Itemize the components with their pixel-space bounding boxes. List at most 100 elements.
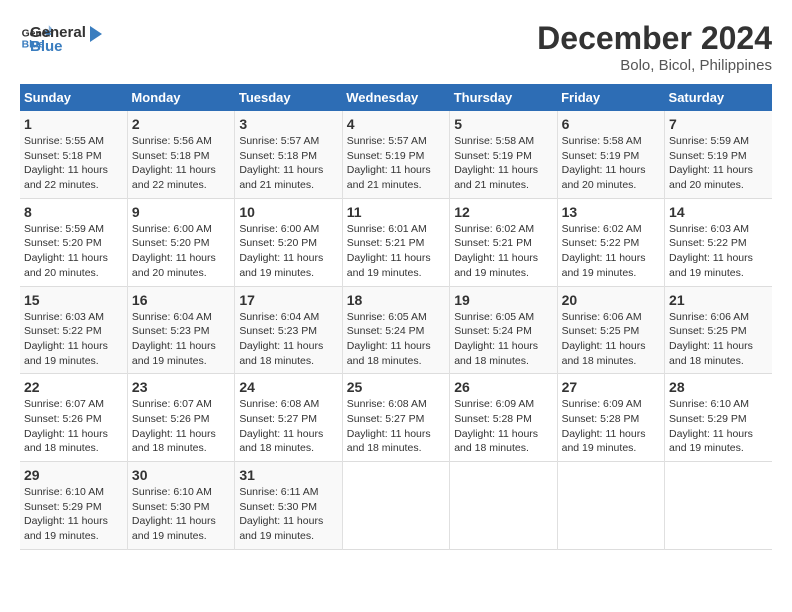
day-number: 11	[347, 204, 445, 220]
day-number: 3	[239, 116, 337, 132]
col-sunday: Sunday	[20, 84, 127, 111]
day-number: 8	[24, 204, 123, 220]
table-cell: 12 Sunrise: 6:02 AMSunset: 5:21 PMDayligh…	[450, 198, 557, 286]
day-number: 5	[454, 116, 552, 132]
table-cell	[342, 462, 449, 550]
day-number: 2	[132, 116, 230, 132]
day-info: Sunrise: 6:08 AMSunset: 5:27 PMDaylight:…	[239, 398, 323, 454]
col-tuesday: Tuesday	[235, 84, 342, 111]
table-cell: 11 Sunrise: 6:01 AMSunset: 5:21 PMDayligh…	[342, 198, 449, 286]
col-friday: Friday	[557, 84, 664, 111]
table-cell: 8 Sunrise: 5:59 AMSunset: 5:20 PMDaylight…	[20, 198, 127, 286]
table-cell: 21Sunrise: 6:06 AMSunset: 5:25 PMDayligh…	[665, 286, 772, 374]
day-info: Sunrise: 6:01 AMSunset: 5:21 PMDaylight:…	[347, 223, 431, 279]
day-info: Sunrise: 6:02 AMSunset: 5:21 PMDaylight:…	[454, 223, 538, 279]
day-info: Sunrise: 6:07 AMSunset: 5:26 PMDaylight:…	[132, 398, 216, 454]
table-cell: 25 Sunrise: 6:08 AMSunset: 5:27 PMDayligh…	[342, 374, 449, 462]
day-number: 6	[562, 116, 660, 132]
table-cell: 24Sunrise: 6:08 AMSunset: 5:27 PMDayligh…	[235, 374, 342, 462]
day-info: Sunrise: 6:03 AMSunset: 5:22 PMDaylight:…	[24, 311, 108, 367]
day-info: Sunrise: 6:05 AMSunset: 5:24 PMDaylight:…	[454, 311, 538, 367]
calendar-week-5: 29 Sunrise: 6:10 AMSunset: 5:29 PMDayligh…	[20, 462, 772, 550]
table-cell: 30 Sunrise: 6:10 AMSunset: 5:30 PMDayligh…	[127, 462, 234, 550]
day-number: 29	[24, 467, 123, 483]
day-number: 12	[454, 204, 552, 220]
col-saturday: Saturday	[665, 84, 772, 111]
table-cell: 31Sunrise: 6:11 AMSunset: 5:30 PMDayligh…	[235, 462, 342, 550]
table-cell: 18 Sunrise: 6:05 AMSunset: 5:24 PMDayligh…	[342, 286, 449, 374]
logo-blue: Blue	[30, 38, 86, 55]
table-cell: 5 Sunrise: 5:58 AMSunset: 5:19 PMDaylight…	[450, 111, 557, 198]
day-info: Sunrise: 6:10 AMSunset: 5:29 PMDaylight:…	[669, 398, 753, 454]
day-number: 28	[669, 379, 768, 395]
table-cell	[450, 462, 557, 550]
day-number: 18	[347, 292, 445, 308]
day-info: Sunrise: 6:09 AMSunset: 5:28 PMDaylight:…	[454, 398, 538, 454]
header-row: Sunday Monday Tuesday Wednesday Thursday…	[20, 84, 772, 111]
table-cell: 27 Sunrise: 6:09 AMSunset: 5:28 PMDayligh…	[557, 374, 664, 462]
col-wednesday: Wednesday	[342, 84, 449, 111]
table-cell: 15Sunrise: 6:03 AMSunset: 5:22 PMDayligh…	[20, 286, 127, 374]
day-info: Sunrise: 5:57 AMSunset: 5:18 PMDaylight:…	[239, 135, 323, 191]
table-cell	[557, 462, 664, 550]
calendar-table: Sunday Monday Tuesday Wednesday Thursday…	[20, 84, 772, 550]
table-cell: 20 Sunrise: 6:06 AMSunset: 5:25 PMDayligh…	[557, 286, 664, 374]
day-info: Sunrise: 6:10 AMSunset: 5:29 PMDaylight:…	[24, 486, 108, 542]
table-cell: 23 Sunrise: 6:07 AMSunset: 5:26 PMDayligh…	[127, 374, 234, 462]
day-number: 20	[562, 292, 660, 308]
page-subtitle: Bolo, Bicol, Philippines	[537, 57, 772, 74]
day-info: Sunrise: 6:07 AMSunset: 5:26 PMDaylight:…	[24, 398, 108, 454]
day-number: 1	[24, 116, 123, 132]
table-cell: 17 Sunrise: 6:04 AMSunset: 5:23 PMDayligh…	[235, 286, 342, 374]
day-info: Sunrise: 6:08 AMSunset: 5:27 PMDaylight:…	[347, 398, 431, 454]
day-info: Sunrise: 6:04 AMSunset: 5:23 PMDaylight:…	[239, 311, 323, 367]
day-info: Sunrise: 5:59 AMSunset: 5:20 PMDaylight:…	[24, 223, 108, 279]
day-info: Sunrise: 6:10 AMSunset: 5:30 PMDaylight:…	[132, 486, 216, 542]
day-info: Sunrise: 5:58 AMSunset: 5:19 PMDaylight:…	[562, 135, 646, 191]
day-info: Sunrise: 6:03 AMSunset: 5:22 PMDaylight:…	[669, 223, 753, 279]
day-number: 27	[562, 379, 660, 395]
day-info: Sunrise: 6:00 AMSunset: 5:20 PMDaylight:…	[239, 223, 323, 279]
table-cell: 6 Sunrise: 5:58 AMSunset: 5:19 PMDaylight…	[557, 111, 664, 198]
page-header: General Blue General Blue December 2024 …	[20, 20, 772, 74]
day-number: 19	[454, 292, 552, 308]
day-info: Sunrise: 6:06 AMSunset: 5:25 PMDaylight:…	[562, 311, 646, 367]
logo: General Blue General Blue	[20, 20, 106, 55]
day-number: 13	[562, 204, 660, 220]
calendar-week-3: 15Sunrise: 6:03 AMSunset: 5:22 PMDayligh…	[20, 286, 772, 374]
table-cell: 10Sunrise: 6:00 AMSunset: 5:20 PMDayligh…	[235, 198, 342, 286]
table-cell: 14Sunrise: 6:03 AMSunset: 5:22 PMDayligh…	[665, 198, 772, 286]
logo-arrow-icon	[82, 22, 106, 46]
table-cell	[665, 462, 772, 550]
day-number: 25	[347, 379, 445, 395]
day-number: 30	[132, 467, 230, 483]
table-cell: 29 Sunrise: 6:10 AMSunset: 5:29 PMDayligh…	[20, 462, 127, 550]
day-info: Sunrise: 6:11 AMSunset: 5:30 PMDaylight:…	[239, 486, 323, 542]
page-title: December 2024	[537, 20, 772, 57]
table-cell: 19 Sunrise: 6:05 AMSunset: 5:24 PMDayligh…	[450, 286, 557, 374]
day-info: Sunrise: 5:59 AMSunset: 5:19 PMDaylight:…	[669, 135, 753, 191]
table-cell: 16Sunrise: 6:04 AMSunset: 5:23 PMDayligh…	[127, 286, 234, 374]
day-number: 22	[24, 379, 123, 395]
calendar-week-4: 22 Sunrise: 6:07 AMSunset: 5:26 PMDayligh…	[20, 374, 772, 462]
day-info: Sunrise: 6:05 AMSunset: 5:24 PMDaylight:…	[347, 311, 431, 367]
day-number: 16	[132, 292, 230, 308]
day-info: Sunrise: 5:56 AMSunset: 5:18 PMDaylight:…	[132, 135, 216, 191]
day-info: Sunrise: 6:09 AMSunset: 5:28 PMDaylight:…	[562, 398, 646, 454]
day-info: Sunrise: 6:02 AMSunset: 5:22 PMDaylight:…	[562, 223, 646, 279]
day-info: Sunrise: 5:55 AMSunset: 5:18 PMDaylight:…	[24, 135, 108, 191]
col-monday: Monday	[127, 84, 234, 111]
table-cell: 22 Sunrise: 6:07 AMSunset: 5:26 PMDayligh…	[20, 374, 127, 462]
table-cell: 4Sunrise: 5:57 AMSunset: 5:19 PMDaylight…	[342, 111, 449, 198]
day-number: 23	[132, 379, 230, 395]
calendar-week-2: 8 Sunrise: 5:59 AMSunset: 5:20 PMDaylight…	[20, 198, 772, 286]
table-cell: 13 Sunrise: 6:02 AMSunset: 5:22 PMDayligh…	[557, 198, 664, 286]
table-cell: 2 Sunrise: 5:56 AMSunset: 5:18 PMDaylight…	[127, 111, 234, 198]
day-number: 9	[132, 204, 230, 220]
day-number: 17	[239, 292, 337, 308]
day-info: Sunrise: 5:58 AMSunset: 5:19 PMDaylight:…	[454, 135, 538, 191]
day-number: 7	[669, 116, 768, 132]
day-number: 21	[669, 292, 768, 308]
calendar-week-1: 1 Sunrise: 5:55 AMSunset: 5:18 PMDaylight…	[20, 111, 772, 198]
table-cell: 3 Sunrise: 5:57 AMSunset: 5:18 PMDaylight…	[235, 111, 342, 198]
